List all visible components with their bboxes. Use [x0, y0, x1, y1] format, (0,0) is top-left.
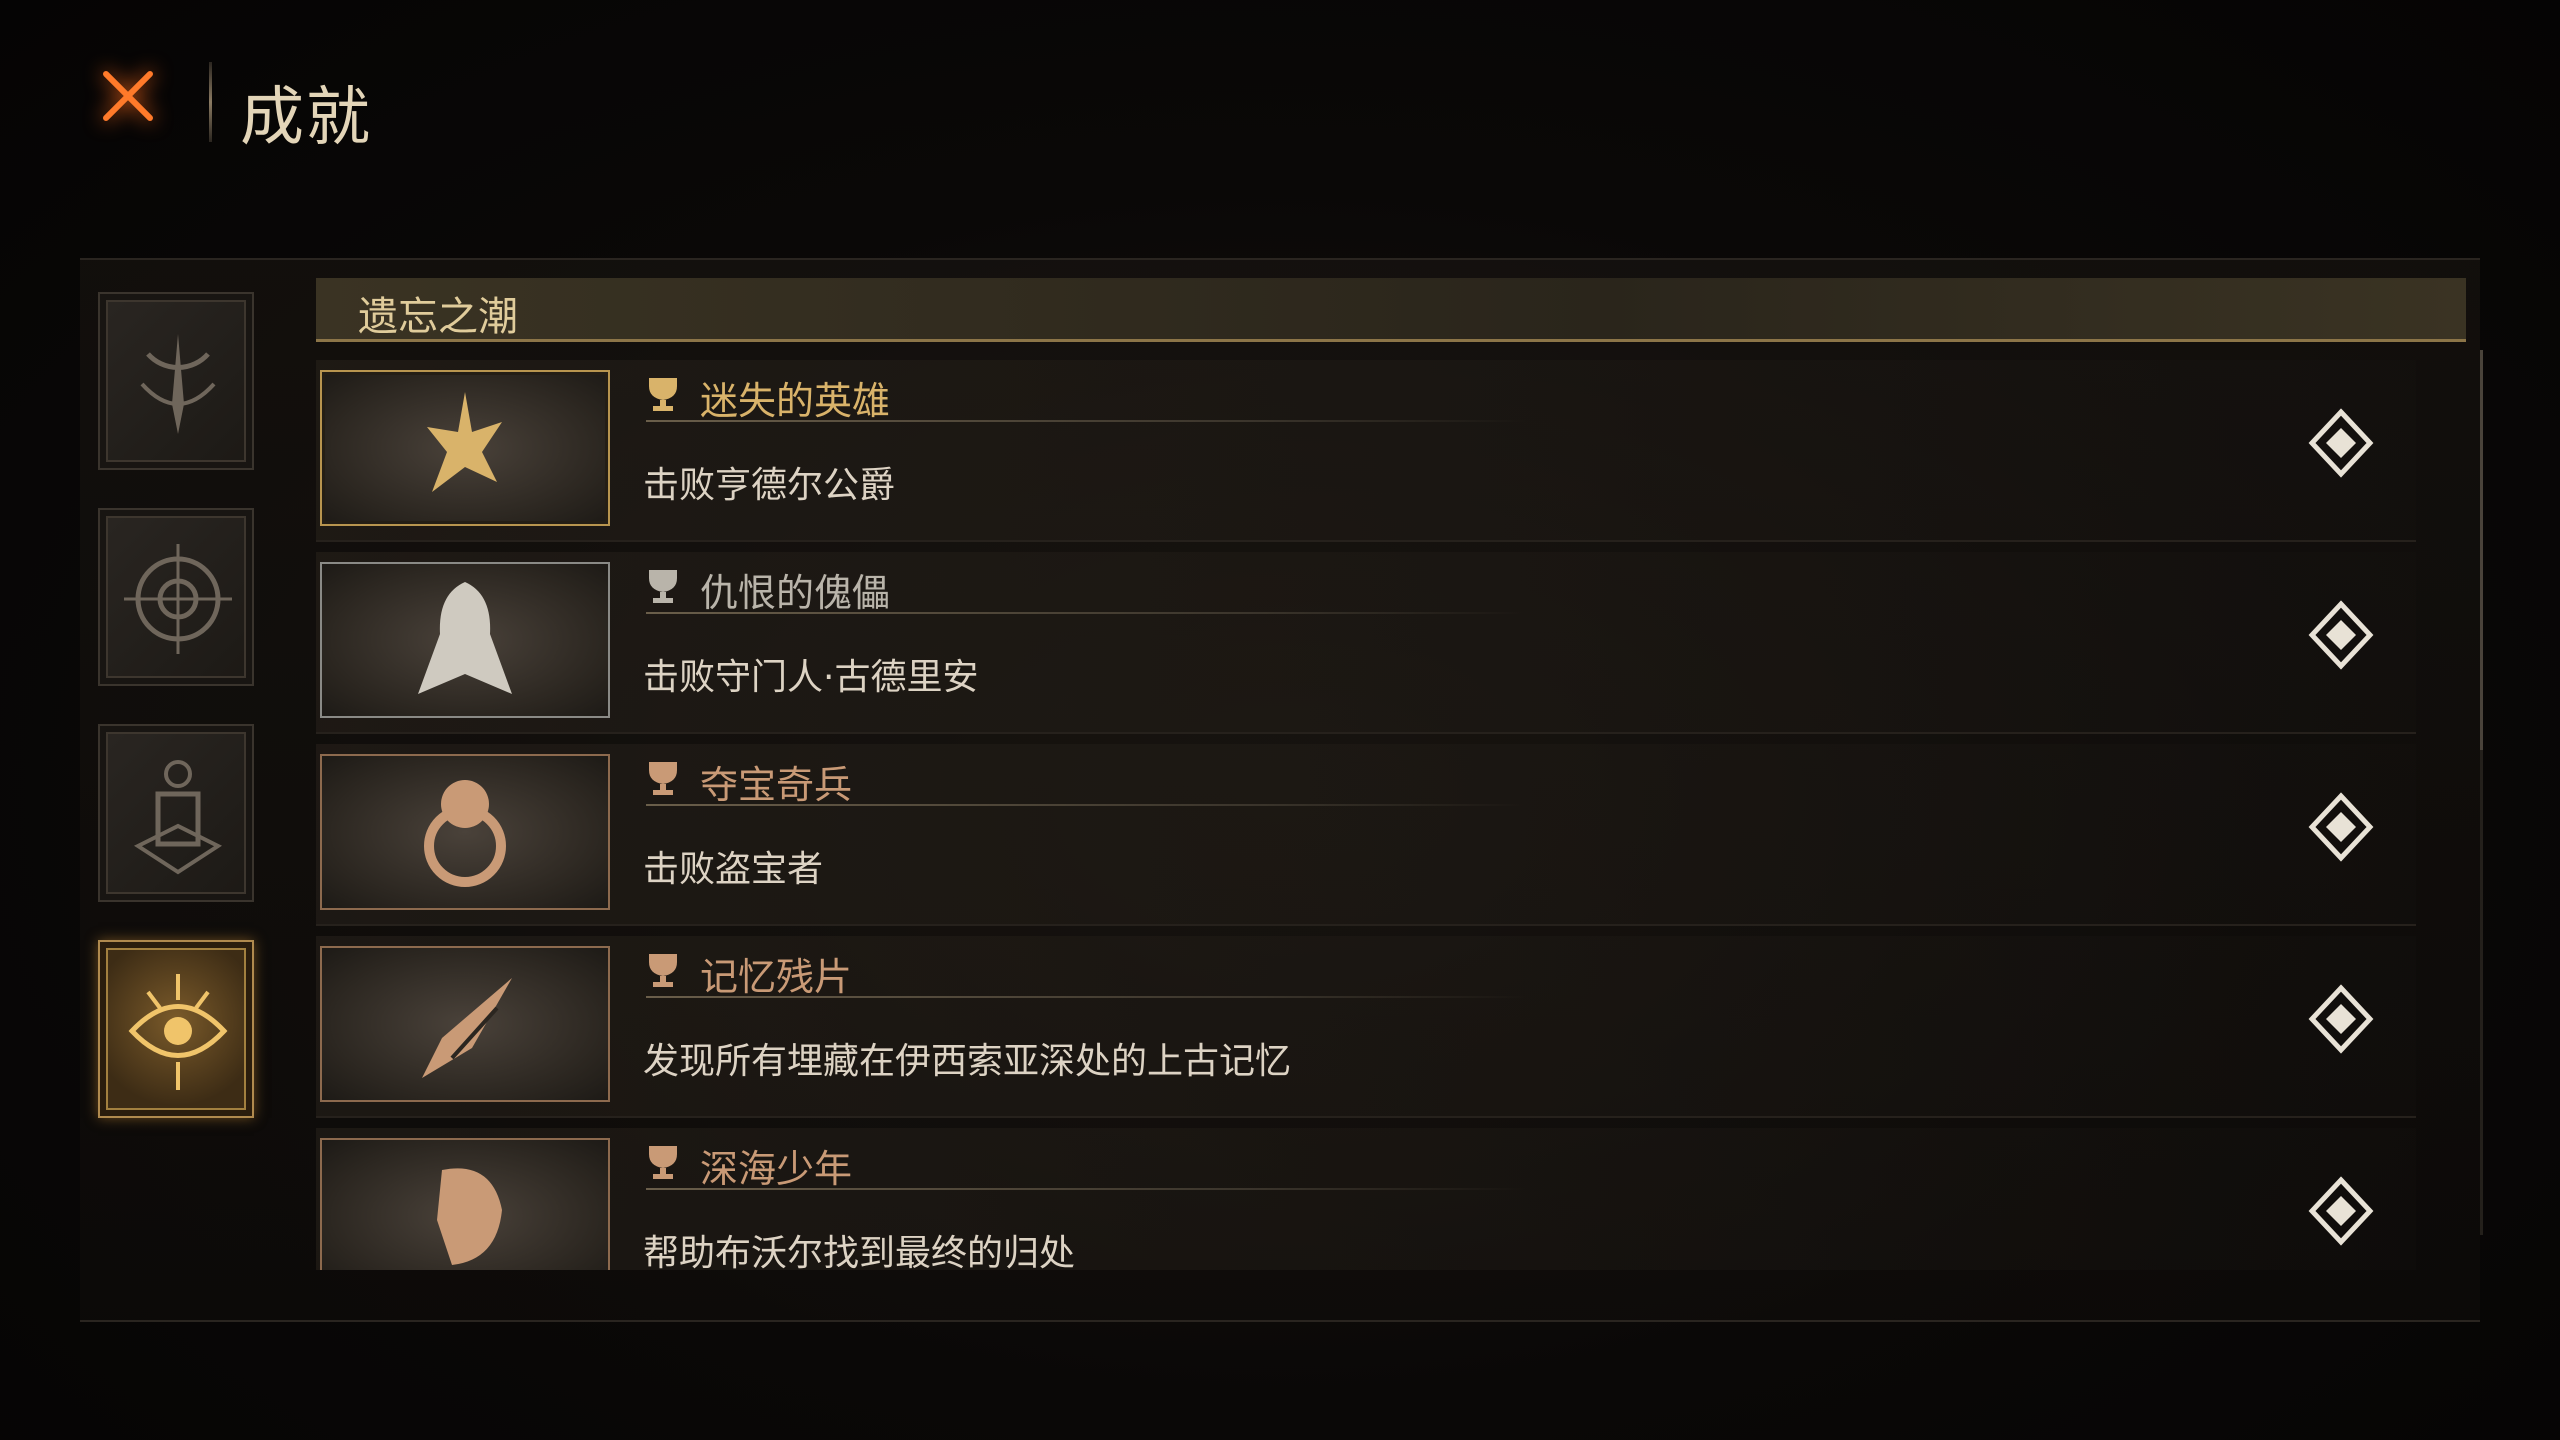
achievement-badge: [320, 370, 610, 526]
category-title: 遗忘之潮: [358, 294, 518, 340]
reward-sigil-icon: [2308, 600, 2374, 670]
achievement-badge: [320, 946, 610, 1102]
reward-sigil-icon: [2308, 1176, 2374, 1246]
achievement-title: 迷失的英雄: [700, 379, 891, 423]
achievement-badge: [320, 754, 610, 910]
tide-symbol-icon: [140, 334, 216, 434]
category-tab-lantern[interactable]: [98, 724, 254, 902]
lantern-sigil-icon: [133, 760, 223, 875]
trophy-icon: [649, 762, 677, 795]
header-divider: [209, 62, 212, 142]
close-button[interactable]: [96, 64, 160, 128]
compass-sigil-icon: [124, 544, 232, 654]
achievement-title: 夺宝奇兵: [700, 763, 853, 807]
deep-sea-boy-emblem-icon: [437, 1168, 502, 1265]
achievement-description: 发现所有埋藏在伊西索亚深处的上古记忆: [643, 1041, 1292, 1082]
trophy-icon: [649, 954, 677, 987]
page-title: 成就: [240, 81, 372, 155]
scrollbar[interactable]: [2480, 350, 2483, 1235]
category-tab-compass[interactable]: [98, 508, 254, 686]
duke-emblem-icon: [427, 392, 502, 492]
reward-button[interactable]: [2306, 984, 2376, 1054]
achievement-title: 深海少年: [700, 1147, 853, 1191]
reward-button[interactable]: [2306, 408, 2376, 478]
memory-shard-emblem-icon: [422, 978, 512, 1078]
achievement-row[interactable]: 记忆残片 发现所有埋藏在伊西索亚深处的上古记忆: [316, 936, 2466, 1128]
achievement-list: 迷失的英雄 击败亨德尔公爵 仇恨的傀儡 击败守门人·古德里安 夺宝奇兵 击败盗宝…: [316, 360, 2466, 1270]
achievement-row[interactable]: 仇恨的傀儡 击败守门人·古德里安: [316, 552, 2466, 744]
gatekeeper-emblem-icon: [418, 582, 512, 694]
achievement-row[interactable]: 深海少年 帮助布沃尔找到最终的归处: [316, 1128, 2466, 1270]
header: 成就: [0, 0, 2560, 220]
category-tab-tide[interactable]: [98, 292, 254, 470]
achievement-row[interactable]: 夺宝奇兵 击败盗宝者: [316, 744, 2466, 936]
achievement-description: 击败亨德尔公爵: [643, 465, 896, 506]
reward-sigil-icon: [2308, 984, 2374, 1054]
reward-button[interactable]: [2306, 792, 2376, 862]
achievement-description: 帮助布沃尔找到最终的归处: [643, 1233, 1076, 1270]
achievement-row[interactable]: 迷失的英雄 击败亨德尔公爵: [316, 360, 2466, 552]
reward-button[interactable]: [2306, 600, 2376, 670]
achievement-badge: [320, 1138, 610, 1270]
scrollbar-thumb[interactable]: [2480, 350, 2483, 750]
treasure-thief-emblem-icon: [424, 780, 506, 887]
category-header: 遗忘之潮: [316, 278, 2466, 342]
achievement-title: 仇恨的傀儡: [700, 571, 891, 615]
reward-sigil-icon: [2308, 792, 2374, 862]
close-icon: [103, 71, 153, 121]
achievement-title: 记忆残片: [700, 955, 853, 999]
achievement-badge: [320, 562, 610, 718]
category-tab-eye[interactable]: [98, 940, 254, 1118]
reward-button[interactable]: [2306, 1176, 2376, 1246]
reward-sigil-icon: [2308, 408, 2374, 478]
trophy-icon: [649, 378, 677, 411]
eye-sigil-icon: [128, 974, 228, 1090]
trophy-icon: [649, 1146, 677, 1179]
achievement-description: 击败守门人·古德里安: [643, 657, 979, 698]
trophy-icon: [649, 570, 677, 603]
achievement-description: 击败盗宝者: [643, 849, 824, 890]
